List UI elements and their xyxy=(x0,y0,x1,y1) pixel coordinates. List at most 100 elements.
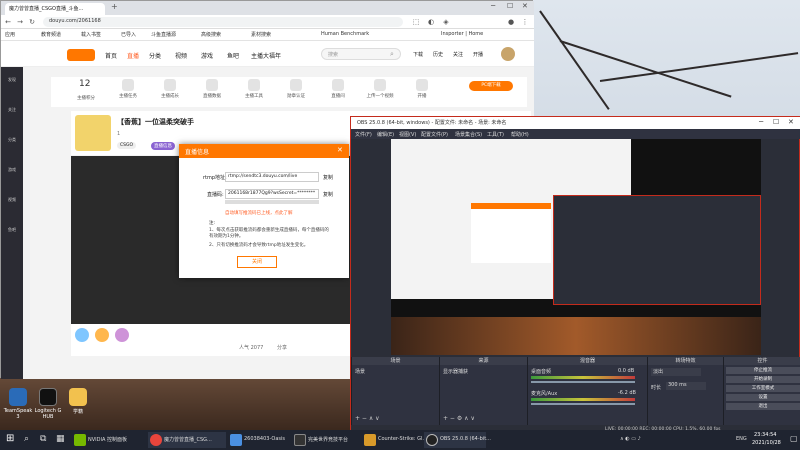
nav-live[interactable]: 直播 xyxy=(127,51,139,60)
bookmark-item[interactable]: Insporter | Home xyxy=(441,31,483,37)
bookmark-item[interactable]: 载入书签 xyxy=(81,31,101,38)
sidebar-item-follow[interactable]: 关注 xyxy=(3,107,21,113)
menu-profile[interactable]: 配置文件(P) xyxy=(421,131,448,138)
gift-icon[interactable] xyxy=(75,328,89,342)
maximize-icon[interactable]: ☐ xyxy=(507,2,513,10)
bookmark-item[interactable]: 应用 xyxy=(5,31,15,38)
scene-item[interactable]: 场景 xyxy=(355,368,365,375)
address-bar[interactable]: douyu.com/2061168 xyxy=(43,17,403,27)
task-view-icon[interactable]: ⧉ xyxy=(40,434,46,444)
taskbar-item-chrome[interactable]: 魔力曾曾直播_CSG... xyxy=(148,432,226,448)
settings-button[interactable]: 设置 xyxy=(726,394,800,401)
menu-help[interactable]: 帮助(H) xyxy=(511,131,529,138)
bookmark-item[interactable]: 已导入 xyxy=(121,31,136,38)
tool-growth[interactable]: 主播成长 xyxy=(155,79,185,99)
tool-room[interactable]: 直播间 xyxy=(323,79,353,99)
copy-code-button[interactable]: 复制 xyxy=(323,191,333,198)
obs-preview[interactable] xyxy=(391,139,761,355)
close-icon[interactable]: ✕ xyxy=(522,2,528,10)
studio-mode-button[interactable]: 工作室模式 xyxy=(726,385,800,392)
maximize-icon[interactable]: ☐ xyxy=(773,118,779,126)
volume-slider[interactable] xyxy=(531,381,635,383)
transition-select[interactable]: 淡出 xyxy=(651,368,701,376)
volume-slider[interactable] xyxy=(531,403,635,405)
extension-icon[interactable]: ◐ xyxy=(426,17,436,27)
clock-time[interactable]: 23:34:54 xyxy=(754,432,776,438)
header-download[interactable]: 下载 xyxy=(413,51,423,58)
desktop-icon-logitech[interactable]: Logitech G HUB xyxy=(32,388,64,420)
warning-link[interactable]: 自动填写推流码已上线，点此了解 xyxy=(225,210,293,216)
copy-rtmp-button[interactable]: 复制 xyxy=(323,174,333,181)
menu-scene-collection[interactable]: 场景集合(S) xyxy=(455,131,482,138)
browser-tab[interactable]: 魔力曾曾直播_CSGO直播_斗鱼... xyxy=(5,3,105,15)
tool-tools[interactable]: 主播工具 xyxy=(239,79,269,99)
search-icon[interactable]: ⌕ xyxy=(24,434,29,444)
tool-data[interactable]: 直播数据 xyxy=(197,79,227,99)
pc-download-button[interactable]: PC端下载 xyxy=(469,81,513,91)
stop-streaming-button[interactable]: 停止推流 xyxy=(726,367,800,374)
scrollbar[interactable] xyxy=(225,200,319,204)
dialog-close-button[interactable]: 关闭 xyxy=(237,256,277,268)
search-icon[interactable]: ⌕ xyxy=(390,50,394,59)
clock-date[interactable]: 2021/10/28 xyxy=(752,440,781,446)
taskbar-item-nvidia[interactable]: NVIDIA 控制面板 xyxy=(72,432,144,448)
file-explorer-icon[interactable]: ▦ xyxy=(56,434,65,444)
nav-category[interactable]: 分类 xyxy=(149,51,161,60)
bookmark-item[interactable]: Human Benchmark xyxy=(321,31,369,37)
windows-start-icon[interactable]: ⊞ xyxy=(6,433,14,444)
nav-game[interactable]: 游戏 xyxy=(201,51,213,60)
desktop-icon-teamspeak[interactable]: TeamSpeak 3 xyxy=(2,388,34,420)
desktop-icon-folder[interactable]: 学籍 xyxy=(62,388,94,415)
sidebar-item-video[interactable]: 视频 xyxy=(3,197,21,203)
input-language[interactable]: ENG xyxy=(736,436,747,442)
add-icon[interactable]: + − ∧ ∨ xyxy=(355,415,380,422)
menu-file[interactable]: 文件(F) xyxy=(355,131,372,138)
menu-tools[interactable]: 工具(T) xyxy=(487,131,504,138)
avatar[interactable] xyxy=(501,47,515,61)
header-history[interactable]: 历史 xyxy=(433,51,443,58)
start-recording-button[interactable]: 开始录制 xyxy=(726,376,800,383)
stream-code-field[interactable]: 2061168r1877Qg9?wsSecret=******** xyxy=(225,189,319,199)
source-item[interactable]: 显示器捕获 xyxy=(443,368,468,375)
menu-view[interactable]: 视图(V) xyxy=(399,131,416,138)
extension-icon[interactable]: ⬚ xyxy=(411,17,421,27)
minimize-icon[interactable]: ─ xyxy=(759,118,763,126)
profile-icon[interactable]: ● xyxy=(506,17,516,27)
taskbar-item-perfect-world[interactable]: 完美世界竞技平台 xyxy=(292,432,360,448)
bookmark-item[interactable]: 素材搜索 xyxy=(251,31,271,38)
room-tag[interactable]: 直播信息 xyxy=(151,142,175,150)
tool-points[interactable]: 12 主播积分 xyxy=(71,79,101,101)
nav-video[interactable]: 视频 xyxy=(175,51,187,60)
taskbar-item-csgo[interactable]: Counter-Strike: Gl... xyxy=(362,432,427,448)
header-broadcast[interactable]: 开播 xyxy=(473,51,483,58)
close-icon[interactable]: ✕ xyxy=(788,118,794,126)
minimize-icon[interactable]: ─ xyxy=(491,2,495,10)
new-tab-button[interactable]: + xyxy=(111,2,118,11)
bookmark-item[interactable]: 教育频道 xyxy=(41,31,61,38)
back-icon[interactable]: ← xyxy=(3,17,13,27)
bookmark-item[interactable]: 斗鱼直播源 xyxy=(151,31,176,38)
nav-event[interactable]: 主播大福年 xyxy=(251,51,281,60)
taskbar-item-oasis[interactable]: 26038403-Oasis xyxy=(228,432,290,448)
extension-icon[interactable]: ◈ xyxy=(441,17,451,27)
exit-button[interactable]: 退出 xyxy=(726,403,800,410)
bookmark-item[interactable]: 高级搜索 xyxy=(201,31,221,38)
duration-input[interactable]: 300 ms xyxy=(666,382,706,390)
header-follow[interactable]: 关注 xyxy=(453,51,463,58)
reload-icon[interactable]: ↻ xyxy=(27,17,37,27)
sidebar-item-yuba[interactable]: 鱼吧 xyxy=(3,227,21,233)
tool-medal[interactable]: 勋章认证 xyxy=(281,79,311,99)
search-input[interactable]: 搜索 ⌕ xyxy=(321,48,401,60)
notification-icon[interactable]: ▢ xyxy=(790,434,798,443)
tool-upload[interactable]: 上传一个视频 xyxy=(365,79,395,99)
gift-icon[interactable] xyxy=(95,328,109,342)
sidebar-item-discover[interactable]: 发现 xyxy=(3,77,21,83)
menu-icon[interactable]: ⋮ xyxy=(520,17,530,27)
sidebar-item-game[interactable]: 游戏 xyxy=(3,167,21,173)
sidebar-item-category[interactable]: 分类 xyxy=(3,137,21,143)
room-tag[interactable]: CSGO xyxy=(117,142,137,149)
add-icon[interactable]: + − ⚙ ∧ ∨ xyxy=(443,415,475,422)
rtmp-field[interactable]: rtmp://sendtc3.douyu.com/live xyxy=(225,172,319,182)
forward-icon[interactable]: → xyxy=(15,17,25,27)
nav-yuba[interactable]: 鱼吧 xyxy=(227,51,239,60)
